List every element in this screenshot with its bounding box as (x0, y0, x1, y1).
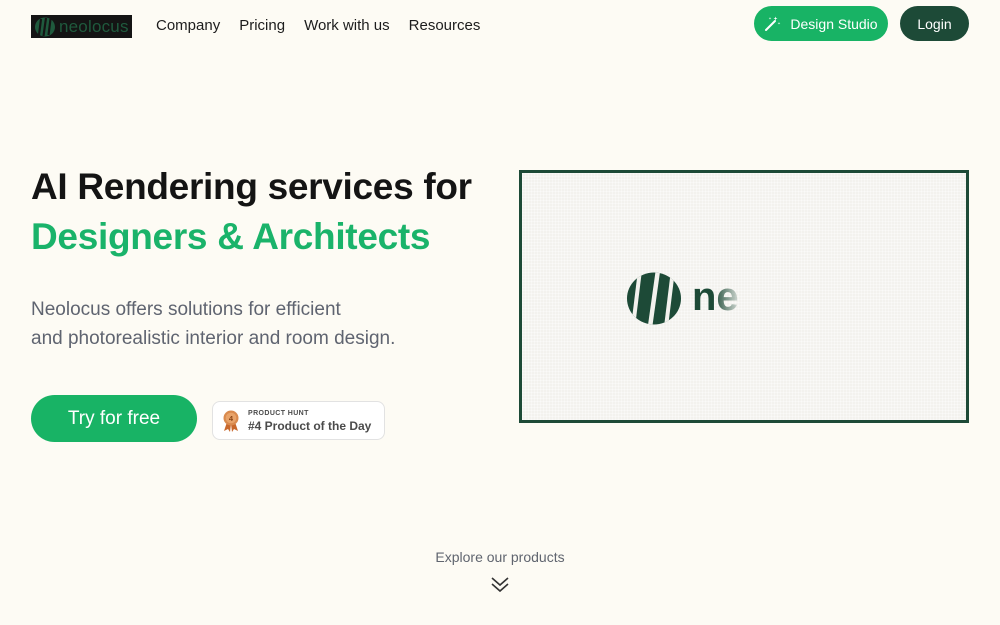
hero-title-line1: AI Rendering services for (31, 166, 472, 207)
landing-page: neolocus Company Pricing Work with us Re… (0, 0, 1000, 625)
double-chevron-down-icon[interactable] (490, 575, 510, 593)
logo-mark-icon (35, 17, 55, 36)
logo-mark-icon (627, 272, 681, 325)
brand-logo[interactable]: neolocus (31, 15, 132, 38)
hero-description-line2: and photorealistic interior and room des… (31, 328, 396, 349)
badge-text: PRODUCT HUNT #4 Product of the Day (248, 410, 371, 432)
hero-description: Neolocus offers solutions for efficient … (31, 295, 451, 353)
nav-pricing[interactable]: Pricing (239, 17, 285, 34)
design-studio-label: Design Studio (790, 15, 878, 32)
badge-small-label: PRODUCT HUNT (248, 409, 309, 417)
logo-text: neolocus (59, 17, 129, 36)
nav-company[interactable]: Company (156, 17, 220, 34)
explore-products-label[interactable]: Explore our products (0, 549, 1000, 565)
magic-wand-icon (765, 16, 781, 31)
nav-work-with-us[interactable]: Work with us (304, 17, 390, 34)
hero-description-line1: Neolocus offers solutions for efficient (31, 299, 341, 320)
try-for-free-button[interactable]: Try for free (31, 395, 197, 442)
medal-icon: 4 (223, 410, 239, 432)
hero-title-line2: Designers & Architects (31, 216, 431, 257)
nav-resources[interactable]: Resources (409, 17, 481, 34)
login-button[interactable]: Login (900, 6, 969, 41)
main-nav: Company Pricing Work with us Resources (156, 17, 499, 34)
video-logo-text: ne (692, 275, 739, 319)
product-hunt-badge[interactable]: 4 PRODUCT HUNT #4 Product of the Day (212, 401, 385, 440)
intro-video-panel[interactable]: ne (519, 170, 969, 423)
badge-big-label: #4 Product of the Day (248, 418, 372, 433)
design-studio-button[interactable]: Design Studio (754, 6, 888, 41)
